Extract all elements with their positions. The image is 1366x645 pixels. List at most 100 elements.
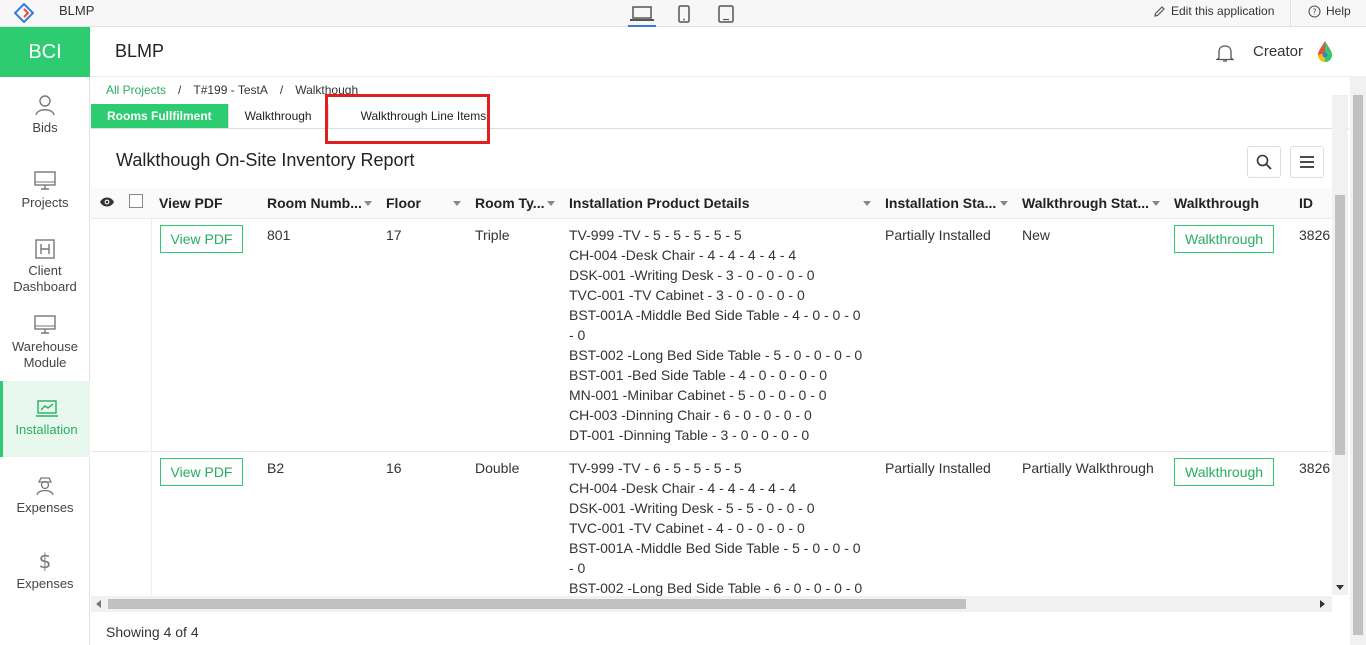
column-header-view-pdf[interactable]: View PDF: [151, 188, 259, 218]
divider: [1290, 0, 1291, 27]
sidebar-item-warehouse-module[interactable]: Warehouse Module: [0, 305, 90, 381]
column-header-installation-product-details[interactable]: Installation Product Details: [561, 188, 877, 218]
installation-status-cell: Partially Installed: [877, 450, 1014, 596]
floor-cell: 16: [378, 450, 467, 596]
help-icon: ?: [1308, 4, 1321, 18]
menu-button[interactable]: [1290, 146, 1324, 178]
sidebar-item-expenses[interactable]: Expenses: [0, 457, 90, 533]
view-pdf-cell: View PDF: [151, 450, 259, 596]
sort-caret-icon[interactable]: [1000, 201, 1008, 206]
product-details-cell: TV-999 -TV - 5 - 5 - 5 - 5 - 5 CH-004 -D…: [561, 217, 877, 451]
sort-caret-icon[interactable]: [364, 201, 372, 206]
chart-icon: [35, 400, 58, 417]
horizontal-scroll-thumb[interactable]: [108, 599, 966, 609]
report-title: Walkthough On-Site Inventory Report: [116, 150, 415, 170]
help-label: Help: [1326, 4, 1351, 18]
room-number-cell: 801: [259, 217, 378, 451]
app-logo-icon[interactable]: [14, 3, 34, 23]
column-header-walkthrough-status[interactable]: Walkthrough Stat...: [1014, 188, 1166, 218]
product-details-cell: TV-999 -TV - 6 - 5 - 5 - 5 - 5 CH-004 -D…: [561, 450, 877, 596]
sidebar-item-label: Warehouse Module: [12, 339, 78, 370]
sidebar-item-expenses-2[interactable]: $ Expenses: [0, 533, 90, 609]
sort-caret-icon[interactable]: [547, 201, 555, 206]
sort-caret-icon[interactable]: [863, 201, 871, 206]
column-header-walkthrough[interactable]: Walkthrough: [1166, 188, 1291, 218]
edit-application-link[interactable]: Edit this application: [1153, 4, 1274, 18]
column-header-floor[interactable]: Floor: [378, 188, 467, 218]
table-row[interactable]: View PDF 801 17 Triple TV-999 -TV - 5 - …: [91, 217, 1332, 451]
column-header-installation-status[interactable]: Installation Sta...: [877, 188, 1014, 218]
sidebar: BCI Bids Projects Client Dashboard Wareh…: [0, 27, 90, 645]
monitor-icon: [34, 315, 56, 334]
report-grid: View PDF Room Numb... Floor Room Ty... I…: [91, 188, 1332, 596]
sidebar-item-projects[interactable]: Projects: [0, 153, 90, 229]
view-pdf-button[interactable]: View PDF: [159, 224, 244, 253]
sidebar-item-client-dashboard[interactable]: Client Dashboard: [0, 229, 90, 305]
horizontal-scrollbar[interactable]: [91, 596, 1332, 612]
highlight-box: [325, 94, 490, 144]
page-vertical-scroll-thumb[interactable]: [1353, 95, 1363, 635]
scroll-left-icon[interactable]: [95, 600, 103, 608]
scroll-right-icon[interactable]: [1318, 600, 1326, 608]
column-header-id[interactable]: ID: [1291, 188, 1332, 218]
sidebar-item-label: Client Dashboard: [13, 263, 77, 294]
scroll-down-icon[interactable]: [1336, 583, 1344, 591]
eye-icon: [100, 197, 114, 207]
product-line: DSK-001 -Writing Desk - 5 - 5 - 0 - 0 - …: [569, 499, 815, 516]
laptop-icon[interactable]: [628, 2, 656, 27]
sort-caret-icon[interactable]: [453, 201, 461, 206]
sidebar-item-label: Expenses: [16, 500, 74, 515]
view-pdf-button[interactable]: View PDF: [159, 457, 244, 486]
breadcrumb-separator: /: [178, 83, 182, 97]
phone-icon[interactable]: [670, 2, 698, 26]
walkthrough-button[interactable]: Walkthrough: [1174, 224, 1275, 253]
table-row[interactable]: View PDF B2 16 Double TV-999 -TV - 6 - 5…: [91, 450, 1332, 596]
brand-logo[interactable]: BCI: [0, 27, 90, 77]
device-switcher: [628, 2, 740, 27]
sidebar-item-installation[interactable]: Installation: [0, 381, 90, 457]
sidebar-item-label: Installation: [15, 422, 78, 437]
walkthrough-button[interactable]: Walkthrough: [1174, 457, 1275, 486]
pencil-icon: [1154, 5, 1165, 17]
sort-caret-icon[interactable]: [1152, 201, 1160, 206]
product-line: TVC-001 -TV Cabinet - 4 - 0 - 0 - 0 - 0: [569, 519, 805, 536]
app-header: BLMP Creator: [90, 27, 1366, 77]
tab-rooms-fullfilment[interactable]: Rooms Fullfilment: [91, 104, 229, 128]
product-line: BST-001A -Middle Bed Side Table - 4 - 0 …: [569, 306, 861, 343]
monitor-icon: [34, 171, 56, 190]
column-header-room-type[interactable]: Room Ty...: [467, 188, 561, 218]
row-select-cell[interactable]: [121, 217, 152, 451]
breadcrumb-project[interactable]: T#199 - TestA: [193, 83, 267, 97]
tablet-icon[interactable]: [712, 2, 740, 26]
product-line: CH-004 -Desk Chair - 4 - 4 - 4 - 4 - 4: [569, 246, 797, 263]
column-header-label: Room Numb...: [267, 194, 362, 211]
floor-cell: 17: [378, 217, 467, 451]
column-header-label: Walkthrough Stat...: [1022, 194, 1150, 211]
sidebar-item-bids[interactable]: Bids: [0, 77, 90, 153]
search-button[interactable]: [1247, 146, 1281, 178]
grid-vertical-scroll-thumb[interactable]: [1335, 195, 1345, 455]
tab-bar: Rooms Fullfilment Walkthrough Walkthroug…: [91, 104, 1349, 129]
walkthrough-status-cell: Partially Walkthrough: [1014, 450, 1166, 596]
select-all-checkbox[interactable]: [129, 194, 143, 209]
help-link[interactable]: ? Help: [1308, 4, 1351, 18]
product-line: BST-001 -Bed Side Table - 4 - 0 - 0 - 0 …: [569, 366, 828, 383]
grid-vertical-scrollbar[interactable]: [1332, 95, 1348, 595]
bell-icon[interactable]: [1216, 43, 1234, 63]
row-select-cell[interactable]: [121, 450, 152, 596]
product-line: CH-004 -Desk Chair - 4 - 4 - 4 - 4 - 4: [569, 479, 797, 496]
product-line: BST-001A -Middle Bed Side Table - 5 - 0 …: [569, 539, 861, 576]
page-title: BLMP: [115, 41, 165, 61]
product-line: CH-003 -Dinning Chair - 6 - 0 - 0 - 0 - …: [569, 406, 812, 423]
column-visibility-header[interactable]: [91, 188, 121, 218]
breadcrumb-all-projects[interactable]: All Projects: [106, 83, 166, 97]
column-header-room-number[interactable]: Room Numb...: [259, 188, 378, 218]
page-vertical-scrollbar[interactable]: [1350, 77, 1366, 645]
select-all-header[interactable]: [121, 188, 151, 218]
product-line: DSK-001 -Writing Desk - 3 - 0 - 0 - 0 - …: [569, 266, 815, 283]
tab-walkthrough[interactable]: Walkthrough: [229, 104, 329, 128]
user-name[interactable]: Creator: [1253, 43, 1303, 60]
dollar-icon: $: [39, 550, 52, 572]
walkthrough-status-cell: New: [1014, 217, 1166, 451]
svg-text:$: $: [39, 550, 52, 572]
